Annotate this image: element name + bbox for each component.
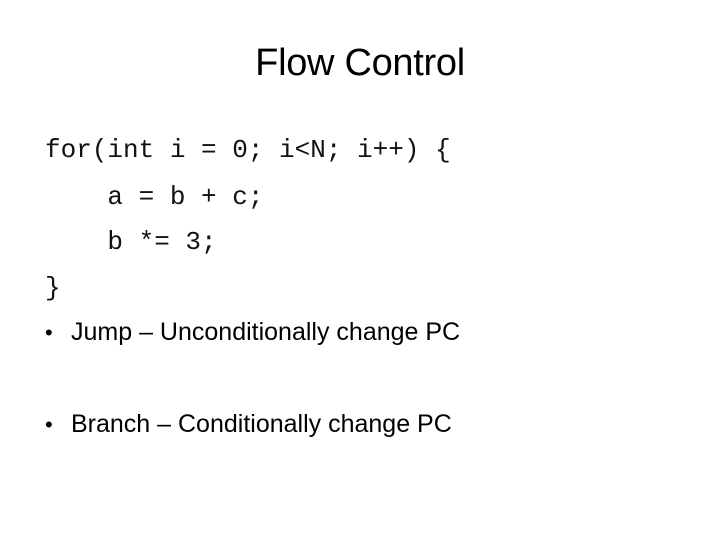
bullet-item: • Jump – Unconditionally change PC bbox=[45, 318, 460, 347]
code-line: for(int i = 0; i<N; i++) { bbox=[45, 135, 451, 165]
bullet-text: Branch – Conditionally change PC bbox=[71, 410, 452, 438]
code-line: b *= 3; bbox=[45, 227, 217, 257]
code-line: a = b + c; bbox=[45, 182, 264, 212]
code-line: } bbox=[45, 273, 61, 303]
slide: Flow Control for(int i = 0; i<N; i++) { … bbox=[0, 0, 720, 540]
slide-title: Flow Control bbox=[255, 42, 465, 84]
bullet-text: Jump – Unconditionally change PC bbox=[71, 318, 461, 346]
bullet-marker: • bbox=[45, 411, 53, 437]
bullet-item: • Branch – Conditionally change PC bbox=[45, 410, 452, 439]
bullet-marker: • bbox=[45, 319, 53, 345]
